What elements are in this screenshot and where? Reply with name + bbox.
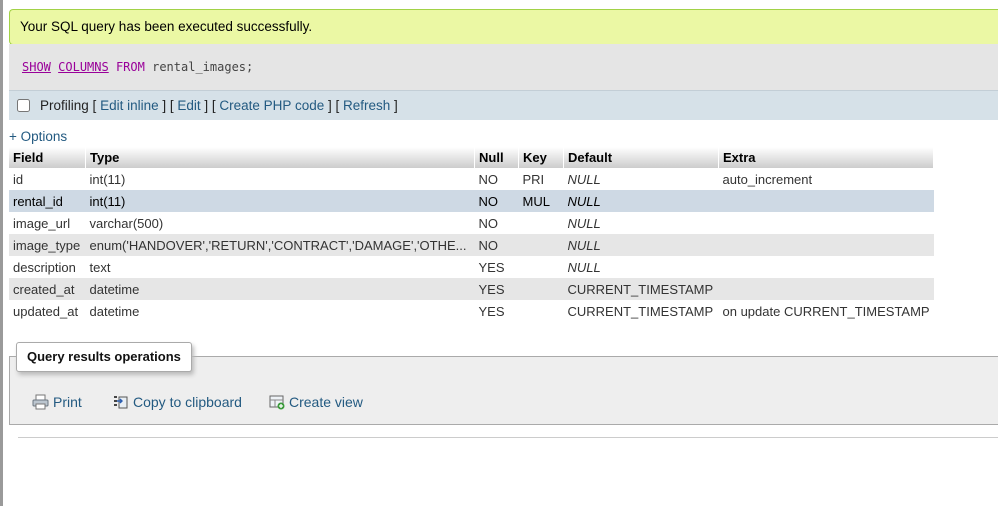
- print-link[interactable]: Print: [32, 394, 82, 410]
- cell-null: NO: [474, 212, 519, 234]
- cell-extra: [718, 278, 934, 300]
- cell-key: PRI: [518, 168, 564, 190]
- cell-type: datetime: [85, 278, 475, 300]
- create-php-code-link[interactable]: Create PHP code: [219, 98, 324, 113]
- cell-default: CURRENT_TIMESTAMP: [563, 300, 719, 322]
- table-header-row: Field Type Null Key Default Extra: [9, 147, 935, 168]
- sql-keyword-columns[interactable]: COLUMNS: [58, 60, 109, 74]
- cell-null: YES: [474, 300, 519, 322]
- cell-key: [518, 300, 564, 322]
- print-label: Print: [53, 394, 82, 410]
- cell-type: int(11): [85, 190, 475, 212]
- column-header-field[interactable]: Field: [9, 147, 86, 168]
- cell-type: int(11): [85, 168, 475, 190]
- results-table: Field Type Null Key Default Extra id int…: [9, 147, 935, 322]
- table-row[interactable]: description text YES NULL: [9, 256, 934, 278]
- table-row[interactable]: image_url varchar(500) NO NULL: [9, 212, 934, 234]
- column-header-key[interactable]: Key: [518, 147, 564, 168]
- sql-keyword-from: FROM: [115, 60, 145, 74]
- cell-type: text: [85, 256, 475, 278]
- cell-null: NO: [474, 168, 519, 190]
- cell-extra: auto_increment: [718, 168, 934, 190]
- column-header-default[interactable]: Default: [563, 147, 719, 168]
- table-row[interactable]: rental_id int(11) NO MUL NULL: [9, 190, 934, 212]
- edit-link[interactable]: Edit: [177, 98, 200, 113]
- cell-field: created_at: [9, 278, 86, 300]
- printer-icon: [32, 394, 49, 410]
- cell-type: datetime: [85, 300, 475, 322]
- cell-null: YES: [474, 278, 519, 300]
- column-header-null[interactable]: Null: [474, 147, 519, 168]
- sql-table-name: rental_images;: [152, 60, 254, 74]
- table-row[interactable]: image_type enum('HANDOVER','RETURN','CON…: [9, 234, 934, 256]
- divider: [18, 437, 998, 438]
- cell-default: NULL: [563, 212, 719, 234]
- cell-extra: [718, 212, 934, 234]
- cell-default: NULL: [563, 168, 719, 190]
- cell-null: NO: [474, 190, 519, 212]
- query-results-operations-legend: Query results operations: [16, 342, 192, 372]
- cell-key: [518, 256, 564, 278]
- cell-default: CURRENT_TIMESTAMP: [563, 278, 719, 300]
- cell-default: NULL: [563, 256, 719, 278]
- options-toggle[interactable]: + Options: [9, 129, 67, 144]
- table-row[interactable]: created_at datetime YES CURRENT_TIMESTAM…: [9, 278, 934, 300]
- cell-field: rental_id: [9, 190, 86, 212]
- sql-keyword-show[interactable]: SHOW: [22, 60, 51, 74]
- edit-inline-link[interactable]: Edit inline: [100, 98, 159, 113]
- column-header-extra[interactable]: Extra: [718, 147, 935, 168]
- cell-key: MUL: [518, 190, 564, 212]
- sql-tools-bar: Profiling [ Edit inline ] [ Edit ] [ Cre…: [9, 90, 998, 120]
- cell-field: image_type: [9, 234, 86, 256]
- cell-null: NO: [474, 234, 519, 256]
- cell-type: varchar(500): [85, 212, 475, 234]
- table-row[interactable]: id int(11) NO PRI NULL auto_increment: [9, 168, 934, 190]
- cell-type: enum('HANDOVER','RETURN','CONTRACT','DAM…: [85, 234, 475, 256]
- cell-default: NULL: [563, 190, 719, 212]
- create-view-icon: [269, 395, 285, 410]
- sql-query-display: SHOW COLUMNS FROM rental_images;: [9, 44, 998, 90]
- table-row[interactable]: updated_at datetime YES CURRENT_TIMESTAM…: [9, 300, 934, 322]
- cell-field: description: [9, 256, 86, 278]
- profiling-checkbox[interactable]: [17, 98, 30, 112]
- copy-to-clipboard-label: Copy to clipboard: [133, 394, 242, 410]
- cell-extra: [718, 190, 934, 212]
- column-header-type[interactable]: Type: [85, 147, 475, 168]
- cell-key: [518, 278, 564, 300]
- copy-to-clipboard-link[interactable]: Copy to clipboard: [113, 394, 242, 410]
- clipboard-icon: [114, 396, 128, 409]
- create-view-label: Create view: [289, 394, 363, 410]
- cell-default: NULL: [563, 234, 719, 256]
- cell-null: YES: [474, 256, 519, 278]
- cell-key: [518, 234, 564, 256]
- create-view-link[interactable]: Create view: [269, 394, 363, 410]
- cell-field: id: [9, 168, 86, 190]
- cell-key: [518, 212, 564, 234]
- success-message: Your SQL query has been executed success…: [9, 9, 998, 45]
- refresh-link[interactable]: Refresh: [343, 98, 390, 113]
- profiling-label: Profiling: [40, 98, 89, 113]
- left-border: [0, 0, 3, 506]
- cell-field: image_url: [9, 212, 86, 234]
- cell-extra: [718, 256, 934, 278]
- cell-extra: on update CURRENT_TIMESTAMP: [718, 300, 934, 322]
- cell-extra: [718, 234, 934, 256]
- cell-field: updated_at: [9, 300, 86, 322]
